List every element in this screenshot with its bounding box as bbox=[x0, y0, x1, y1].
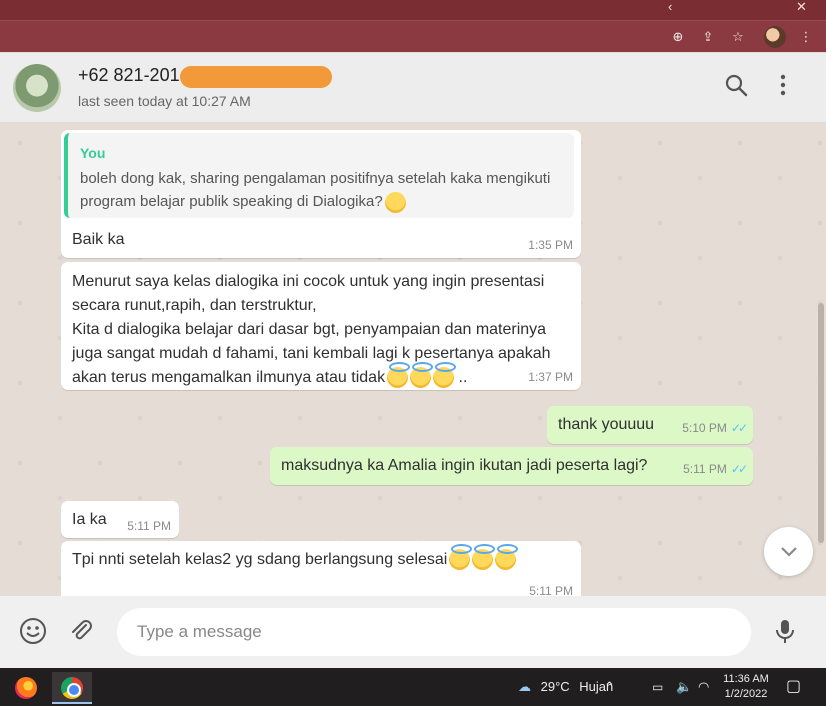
angel-emoji-icon bbox=[449, 544, 473, 571]
weather-icon: ☁ bbox=[518, 679, 531, 694]
message-input[interactable] bbox=[117, 608, 751, 656]
message-text: Tpi nnti setelah kelas2 yg sdang berlang… bbox=[72, 544, 519, 572]
attach-icon[interactable] bbox=[66, 616, 96, 646]
chevron-up-icon[interactable]: ⌃ bbox=[604, 668, 615, 706]
message-incoming[interactable]: Tpi nnti setelah kelas2 yg sdang berlang… bbox=[61, 541, 581, 596]
bookmark-star-icon[interactable]: ☆ bbox=[728, 27, 748, 47]
message-outgoing[interactable]: maksudnya ka Amalia ingin ikutan jadi pe… bbox=[270, 447, 753, 485]
weather-temperature: 29°C bbox=[540, 679, 570, 694]
weather-widget[interactable]: ☁ 29°C Hujan bbox=[518, 668, 613, 706]
message-time: 5:11 PM ✓✓ bbox=[683, 462, 748, 476]
contact-name[interactable]: +62 821-201 bbox=[78, 65, 180, 86]
clock-date: 1/2/2022 bbox=[724, 688, 768, 700]
menu-icon[interactable] bbox=[770, 73, 796, 101]
wifi-icon[interactable]: ◠ bbox=[698, 668, 709, 706]
emoji-icon[interactable] bbox=[18, 616, 48, 646]
message-text: thank youuuu bbox=[558, 416, 655, 433]
read-ticks-icon: ✓✓ bbox=[730, 462, 748, 476]
quoted-message[interactable]: You boleh dong kak, sharing pengalaman p… bbox=[64, 133, 574, 218]
quote-text: boleh dong kak, sharing pengalaman posit… bbox=[80, 167, 568, 213]
message-incoming[interactable]: Ia ka 5:11 PM bbox=[61, 501, 179, 538]
profile-avatar[interactable] bbox=[764, 26, 786, 48]
minimize-icon[interactable]: ‹ bbox=[668, 0, 672, 14]
zoom-icon[interactable]: ⊕ bbox=[668, 27, 688, 47]
notification-icon[interactable]: ▢ bbox=[786, 668, 801, 706]
volume-icon[interactable]: 🔈 bbox=[676, 668, 692, 706]
firefox-app-icon[interactable] bbox=[6, 672, 46, 704]
more-vert-icon[interactable]: ⋮ bbox=[796, 27, 816, 47]
smile-emoji-icon bbox=[384, 191, 406, 213]
share-icon[interactable]: ⇪ bbox=[698, 27, 718, 47]
chat-header: +62 821-201 last seen today at 10:27 AM bbox=[0, 53, 826, 123]
message-time: 5:10 PM ✓✓ bbox=[682, 421, 748, 435]
message-text: Baik ka bbox=[72, 231, 125, 248]
message-text: Ia ka bbox=[72, 511, 107, 528]
mic-icon[interactable] bbox=[770, 616, 800, 646]
angel-emoji-icon bbox=[387, 362, 411, 389]
message-text: Menurut saya kelas dialogika ini cocok u… bbox=[72, 270, 572, 390]
message-time: 5:11 PM bbox=[529, 584, 573, 596]
angel-emoji-icon bbox=[495, 544, 519, 571]
redaction-mark bbox=[180, 66, 332, 88]
message-time: 1:35 PM bbox=[528, 238, 573, 252]
scroll-down-button[interactable] bbox=[764, 527, 813, 576]
search-icon[interactable] bbox=[723, 73, 749, 101]
message-incoming[interactable]: You boleh dong kak, sharing pengalaman p… bbox=[61, 130, 581, 258]
taskbar-clock[interactable]: 11:36 AM 1/2/2022 bbox=[716, 672, 776, 702]
message-composer bbox=[0, 596, 826, 668]
angel-emoji-icon bbox=[433, 362, 457, 389]
last-seen-status: last seen today at 10:27 AM bbox=[78, 93, 251, 109]
angel-emoji-icon bbox=[410, 362, 434, 389]
quote-author: You bbox=[80, 145, 106, 161]
close-window-icon[interactable]: ✕ bbox=[796, 0, 807, 14]
browser-title-bar: ‹ ✕ bbox=[0, 0, 826, 20]
message-time: 5:11 PM bbox=[127, 519, 171, 533]
browser-toolbar: ⊕ ⇪ ☆ ⋮ bbox=[0, 20, 826, 52]
message-text: maksudnya ka Amalia ingin ikutan jadi pe… bbox=[281, 457, 648, 474]
chrome-app-icon[interactable] bbox=[52, 672, 92, 704]
battery-icon[interactable]: ▭ bbox=[652, 668, 663, 706]
chat-messages[interactable]: You boleh dong kak, sharing pengalaman p… bbox=[0, 123, 826, 596]
read-ticks-icon: ✓✓ bbox=[730, 421, 748, 435]
message-incoming[interactable]: Menurut saya kelas dialogika ini cocok u… bbox=[61, 262, 581, 390]
clock-time: 11:36 AM bbox=[723, 673, 769, 685]
windows-taskbar: ☁ 29°C Hujan ⌃ ▭ 🔈 ◠ 11:36 AM 1/2/2022 ▢ bbox=[0, 668, 826, 706]
angel-emoji-icon bbox=[472, 544, 496, 571]
contact-avatar[interactable] bbox=[13, 64, 61, 112]
chat-scrollbar[interactable] bbox=[818, 303, 824, 543]
message-time: 1:37 PM bbox=[528, 370, 573, 384]
message-outgoing[interactable]: thank youuuu 5:10 PM ✓✓ bbox=[547, 406, 753, 444]
